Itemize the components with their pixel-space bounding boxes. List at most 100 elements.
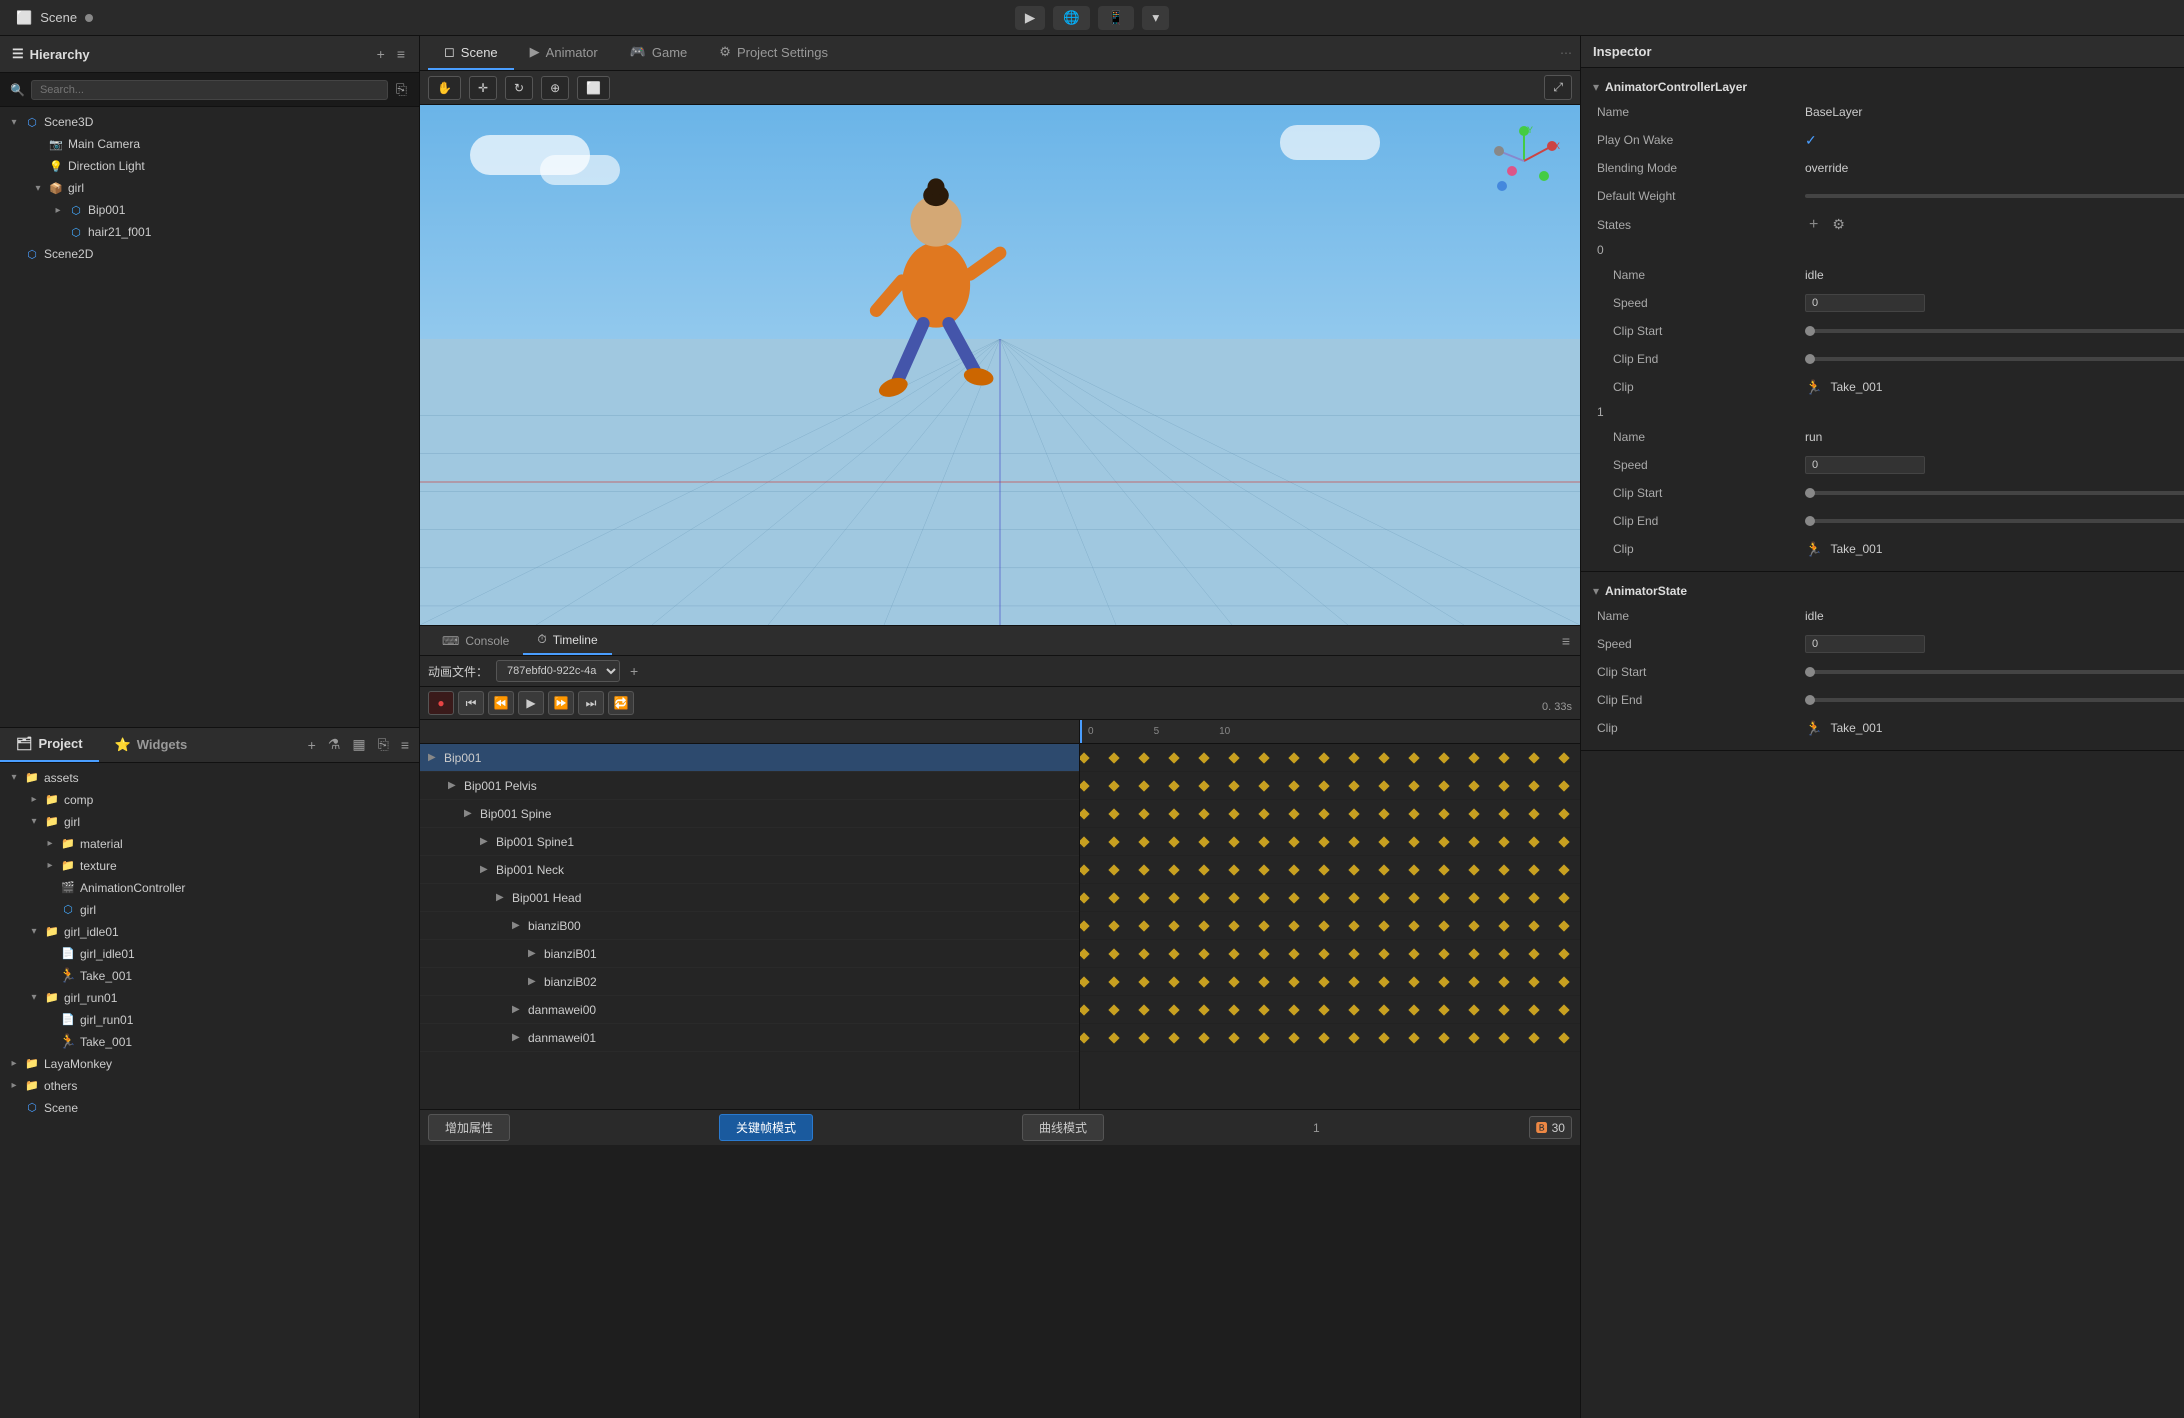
keyframe-diamond[interactable] [1348,836,1359,847]
keyframe-diamond[interactable] [1408,892,1419,903]
asset-item-texture[interactable]: ▸ 📁 texture [0,855,419,877]
keyframe-diamond[interactable] [1318,1032,1329,1043]
asset-item-take001-1[interactable]: 🏃 Take_001 [0,965,419,987]
keyframe-diamond[interactable] [1498,780,1509,791]
keyframe-diamond[interactable] [1468,948,1479,959]
hand-tool-button[interactable]: ✋ [428,76,461,100]
loop-button[interactable]: 🔁 [608,691,634,715]
keyframe-diamond[interactable] [1378,836,1389,847]
keyframe-diamond[interactable] [1408,920,1419,931]
keyframe-diamond[interactable] [1528,752,1539,763]
tab-project-settings[interactable]: ⚙ Project Settings [703,36,844,70]
device-button[interactable]: 📱 [1098,6,1135,30]
keyframe-mode-button[interactable]: 关键帧模式 [719,1114,813,1141]
keyframe-diamond[interactable] [1080,948,1090,959]
keyframe-diamond[interactable] [1258,1032,1269,1043]
add-property-button[interactable]: 增加属性 [428,1114,510,1141]
keyframe-diamond[interactable] [1528,808,1539,819]
rotate-tool-button[interactable]: ↻ [505,76,533,100]
tab-overflow-menu[interactable]: ⋯ [1560,46,1572,60]
keyframe-diamond[interactable] [1408,836,1419,847]
keyframe-diamond[interactable] [1528,836,1539,847]
keyframe-diamond[interactable] [1288,1004,1299,1015]
state-1-speed-input[interactable] [1805,456,1925,474]
project-tab[interactable]: 🗂 Project [0,728,99,762]
keyframe-diamond[interactable] [1498,836,1509,847]
keyframe-diamond[interactable] [1258,948,1269,959]
keyframe-diamond[interactable] [1318,780,1329,791]
asset-item-girl-run01[interactable]: ▾ 📁 girl_run01 [0,987,419,1009]
project-filter-button[interactable]: ⚗ [326,734,343,755]
keyframe-diamond[interactable] [1468,836,1479,847]
tab-scene[interactable]: ◻ Scene [428,36,514,70]
keyframe-diamond[interactable] [1198,864,1209,875]
keyframe-diamond[interactable] [1228,892,1239,903]
keyframe-diamond[interactable] [1318,836,1329,847]
keyframe-diamond[interactable] [1408,948,1419,959]
keyframe-diamond[interactable] [1288,836,1299,847]
keyframe-diamond[interactable] [1468,920,1479,931]
keyframe-diamond[interactable] [1080,1032,1090,1043]
asset-item-girl[interactable]: ⬡ girl [0,899,419,921]
keyframe-diamond[interactable] [1408,752,1419,763]
track-bianziB01[interactable]: ▶ bianziB01 [420,940,1079,968]
keyframe-diamond[interactable] [1108,836,1119,847]
project-add-button[interactable]: + [306,735,318,755]
keyframe-diamond[interactable] [1288,920,1299,931]
hierarchy-item-hair21[interactable]: ⬡ hair21_f001 [0,221,419,243]
keyframe-diamond[interactable] [1558,892,1569,903]
keyframe-diamond[interactable] [1498,1032,1509,1043]
keyframe-diamond[interactable] [1558,864,1569,875]
keyframe-diamond[interactable] [1558,752,1569,763]
keyframe-diamond[interactable] [1228,976,1239,987]
track-bip001-spine[interactable]: ▶ Bip001 Spine [420,800,1079,828]
keyframe-diamond[interactable] [1258,836,1269,847]
keyframe-diamond[interactable] [1258,808,1269,819]
section-header-acl[interactable]: ▾ AnimatorControllerLayer [1581,76,2184,98]
track-bip001-neck[interactable]: ▶ Bip001 Neck [420,856,1079,884]
keyframe-diamond[interactable] [1378,976,1389,987]
hierarchy-item-scene3d[interactable]: ▾ ⬡ Scene3D [0,111,419,133]
state-1-clip-end-slider[interactable] [1805,519,2184,523]
keyframe-diamond[interactable] [1138,752,1149,763]
keyframe-diamond[interactable] [1138,836,1149,847]
dropdown-button[interactable]: ▾ [1142,6,1169,30]
keyframe-diamond[interactable] [1198,1004,1209,1015]
console-tab[interactable]: ⌨ Console [428,628,523,654]
asset-item-material[interactable]: ▸ 📁 material [0,833,419,855]
project-layout-button[interactable]: ▦ [350,734,367,755]
keyframe-diamond[interactable] [1528,948,1539,959]
states-add-button[interactable]: + [1805,216,1822,234]
keyframe-diamond[interactable] [1108,808,1119,819]
keyframe-diamond[interactable] [1080,836,1090,847]
asset-item-assets[interactable]: ▾ 📁 assets [0,767,419,789]
keyframe-diamond[interactable] [1198,1032,1209,1043]
hierarchy-item-main-camera[interactable]: 📷 Main Camera [0,133,419,155]
keyframe-diamond[interactable] [1228,1032,1239,1043]
keyframe-diamond[interactable] [1080,1004,1090,1015]
keyframe-diamond[interactable] [1228,864,1239,875]
keyframe-diamond[interactable] [1348,752,1359,763]
keyframe-diamond[interactable] [1528,780,1539,791]
keyframe-diamond[interactable] [1348,948,1359,959]
as-speed-input[interactable] [1805,635,1925,653]
keyframe-diamond[interactable] [1108,752,1119,763]
keyframe-diamond[interactable] [1258,920,1269,931]
asset-item-girl-idle01[interactable]: ▾ 📁 girl_idle01 [0,921,419,943]
keyframe-diamond[interactable] [1258,1004,1269,1015]
keyframe-diamond[interactable] [1288,976,1299,987]
keyframe-diamond[interactable] [1438,948,1449,959]
keyframe-diamond[interactable] [1438,1004,1449,1015]
keyframe-diamond[interactable] [1198,808,1209,819]
keyframe-diamond[interactable] [1080,780,1090,791]
keyframe-diamond[interactable] [1138,1032,1149,1043]
next-frame-button[interactable]: ⏩ [548,691,574,715]
keyframe-diamond[interactable] [1258,780,1269,791]
keyframe-diamond[interactable] [1348,892,1359,903]
default-weight-slider[interactable] [1805,194,2184,198]
keyframe-diamond[interactable] [1528,864,1539,875]
keyframe-diamond[interactable] [1108,920,1119,931]
keyframe-diamond[interactable] [1288,1032,1299,1043]
keyframe-diamond[interactable] [1558,1032,1569,1043]
keyframe-diamond[interactable] [1198,976,1209,987]
